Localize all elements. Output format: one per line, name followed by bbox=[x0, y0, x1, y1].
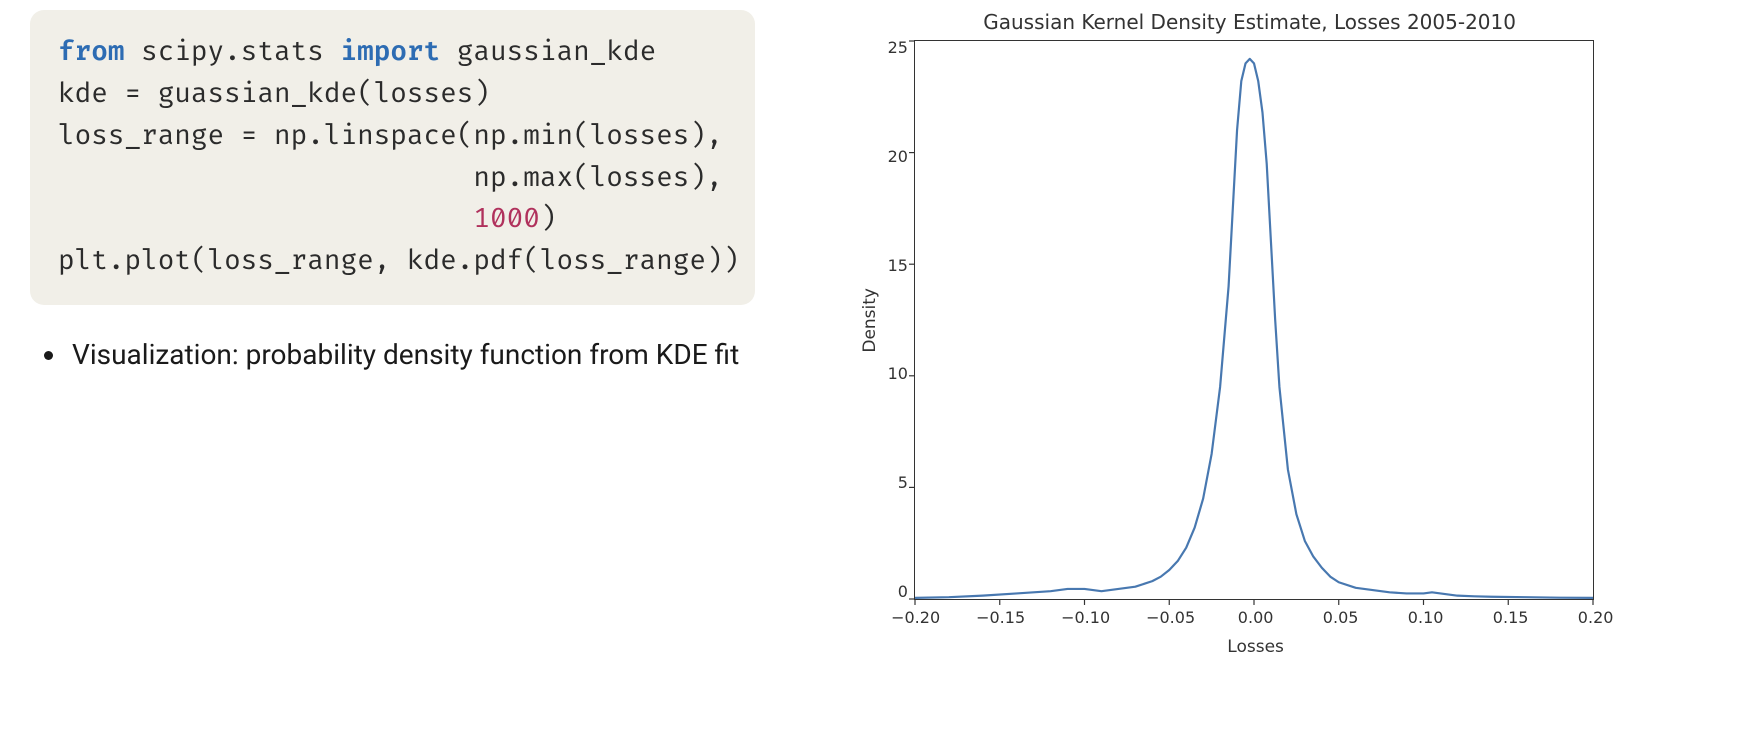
code-text: np.max(losses), bbox=[58, 162, 723, 195]
xtick: −0.20 bbox=[891, 608, 941, 627]
code-number: 1000 bbox=[473, 203, 539, 236]
bullet-item: Visualization: probability density funct… bbox=[68, 335, 755, 376]
chart-yticks: 25 20 15 10 5 0 bbox=[888, 40, 914, 600]
chart-title: Gaussian Kernel Density Estimate, Losses… bbox=[860, 10, 1640, 34]
code-text: loss_range = np.linspace(np.min(losses), bbox=[58, 120, 723, 153]
xtick: −0.10 bbox=[1061, 608, 1111, 627]
ytick: 5 bbox=[888, 475, 908, 491]
code-text: ) bbox=[540, 203, 557, 236]
chart-ylabel: Density bbox=[860, 288, 880, 353]
ytick: 0 bbox=[888, 584, 908, 600]
bullet-list: Visualization: probability density funct… bbox=[38, 335, 755, 376]
code-text: gaussian_kde bbox=[440, 36, 656, 69]
code-text: plt.plot(loss_range, kde.pdf(loss_range)… bbox=[58, 245, 739, 278]
code-text bbox=[58, 203, 473, 236]
chart-xticks: −0.20 −0.15 −0.10 −0.05 0.00 0.05 0.10 0… bbox=[916, 608, 1596, 627]
ytick: 20 bbox=[888, 149, 908, 165]
plot-area bbox=[914, 40, 1594, 600]
code-text: kde = guassian_kde(losses) bbox=[58, 78, 490, 111]
code-text: scipy.stats bbox=[124, 36, 340, 69]
code-block: from scipy.stats import gaussian_kde kde… bbox=[30, 10, 755, 305]
xtick: −0.05 bbox=[1146, 608, 1196, 627]
code-keyword: from bbox=[58, 36, 124, 69]
ytick: 10 bbox=[888, 366, 908, 382]
ytick: 15 bbox=[888, 258, 908, 274]
code-keyword: import bbox=[340, 36, 440, 69]
xtick: 0.20 bbox=[1571, 608, 1621, 627]
chart-xlabel: Losses bbox=[916, 637, 1596, 657]
xtick: 0.15 bbox=[1486, 608, 1536, 627]
xtick: 0.10 bbox=[1401, 608, 1451, 627]
xtick: −0.15 bbox=[976, 608, 1026, 627]
xtick: 0.05 bbox=[1316, 608, 1366, 627]
xtick: 0.00 bbox=[1231, 608, 1281, 627]
ytick: 25 bbox=[888, 40, 908, 56]
kde-chart: Gaussian Kernel Density Estimate, Losses… bbox=[860, 10, 1640, 657]
